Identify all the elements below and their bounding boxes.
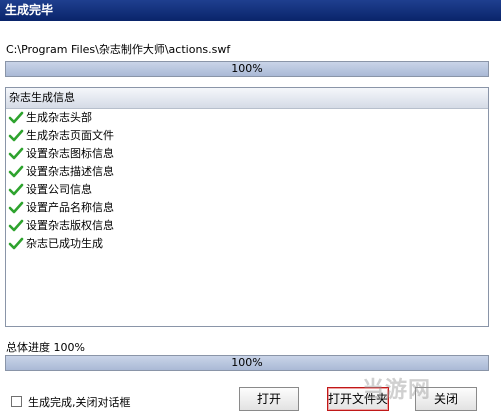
checkmark-icon: [8, 219, 24, 232]
total-progress-bar: 100%: [5, 355, 489, 371]
total-progress-label: 100%: [231, 356, 263, 369]
log-item: 设置杂志图标信息: [6, 145, 488, 163]
log-item: 设置杂志描述信息: [6, 163, 488, 181]
log-item-text: 杂志已成功生成: [26, 237, 103, 250]
log-item-text: 设置杂志图标信息: [26, 147, 114, 160]
log-item: 生成杂志头部: [6, 109, 488, 127]
checkmark-icon: [8, 147, 24, 160]
close-on-done-label[interactable]: 生成完成,关闭对话框: [28, 394, 131, 410]
checkmark-icon: [8, 183, 24, 196]
log-item-text: 生成杂志头部: [26, 111, 92, 124]
log-panel[interactable]: 杂志生成信息 生成杂志头部生成杂志页面文件 设置杂志图标信息 设置杂志描述信息 设置公…: [5, 87, 489, 327]
watermark-text: 当游网: [362, 377, 432, 402]
log-header: 杂志生成信息: [6, 88, 488, 109]
log-item: 设置杂志版权信息: [6, 217, 488, 235]
total-progress-text: 总体进度 100%: [6, 341, 85, 354]
file-path: C:\Program Files\杂志制作大师\actions.swf: [6, 43, 231, 56]
log-item-text: 设置公司信息: [26, 183, 92, 196]
checkmark-icon: [8, 201, 24, 214]
file-progress-bar: 100%: [5, 61, 489, 77]
log-item-text: 生成杂志页面文件: [26, 129, 114, 142]
watermark-logo: 当游网: [362, 372, 431, 404]
log-item-text: 设置产品名称信息: [26, 201, 114, 214]
close-on-done-checkbox[interactable]: [11, 396, 22, 407]
checkmark-icon: [8, 111, 24, 124]
open-button[interactable]: 打开: [239, 387, 299, 411]
log-list: 生成杂志头部生成杂志页面文件 设置杂志图标信息 设置杂志描述信息 设置公司信息设置产品…: [6, 109, 488, 253]
log-item: 设置公司信息: [6, 181, 488, 199]
log-item-text: 设置杂志版权信息: [26, 219, 114, 232]
checkmark-icon: [8, 165, 24, 178]
checkmark-icon: [8, 237, 24, 250]
log-item: 生成杂志页面文件: [6, 127, 488, 145]
dialog-title: 生成完毕: [0, 0, 501, 21]
log-item: 设置产品名称信息: [6, 199, 488, 217]
log-item-text: 设置杂志描述信息: [26, 165, 114, 178]
log-item: 杂志已成功生成: [6, 235, 488, 253]
file-progress-label: 100%: [231, 62, 263, 75]
checkmark-icon: [8, 129, 24, 142]
